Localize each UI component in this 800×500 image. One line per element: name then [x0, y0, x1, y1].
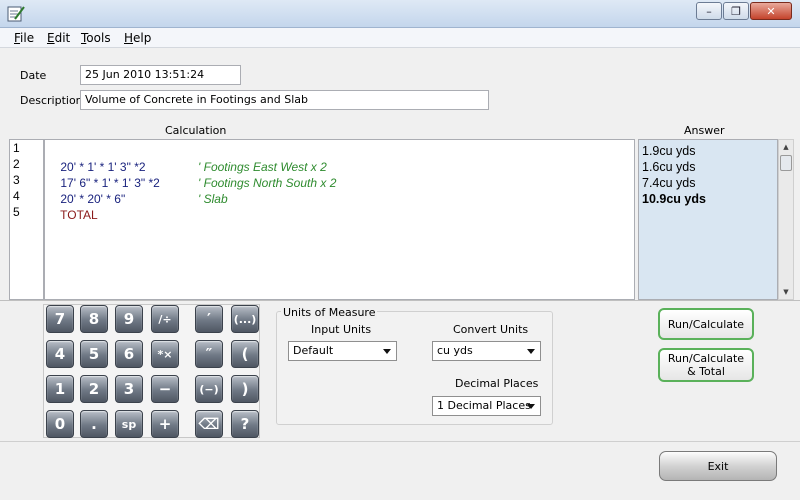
- vertical-scrollbar[interactable]: ▲ ▼: [778, 139, 794, 300]
- run-calculate-button[interactable]: Run/Calculate: [658, 308, 754, 340]
- key-space-button[interactable]: sp: [115, 410, 143, 438]
- line-number: 1: [13, 141, 20, 155]
- close-button[interactable]: ✕: [750, 2, 792, 20]
- key-one-button[interactable]: 1: [46, 375, 74, 403]
- line-number: 2: [13, 157, 20, 171]
- answer-value: 1.9cu yds: [642, 144, 696, 158]
- menu-file[interactable]: File: [14, 31, 34, 45]
- chevron-down-icon: [527, 404, 535, 409]
- calc-line-4: TOTAL: [47, 191, 98, 222]
- title-bar: – ❐ ✕: [0, 0, 800, 28]
- key-seven-button[interactable]: 7: [46, 305, 74, 333]
- chevron-down-icon: [383, 349, 391, 354]
- calc-line-2: 17' 6" * 1' * 1' 3" *2 ' Footings North S…: [47, 159, 336, 190]
- key-backspace-button[interactable]: ⌫: [195, 410, 223, 438]
- chevron-down-icon: [527, 349, 535, 354]
- scroll-down-icon[interactable]: ▼: [779, 285, 793, 299]
- key-negate-button[interactable]: (−): [195, 375, 223, 403]
- line-number: 5: [13, 205, 20, 219]
- scroll-up-icon[interactable]: ▲: [779, 140, 793, 154]
- key-four-button[interactable]: 4: [46, 340, 74, 368]
- key-three-button[interactable]: 3: [115, 375, 143, 403]
- date-label: Date: [20, 69, 47, 82]
- key-close-paren-button[interactable]: ): [231, 375, 259, 403]
- key-eight-button[interactable]: 8: [80, 305, 108, 333]
- calc-line-1: 20' * 1' * 1' 3" *2 ' Footings East West …: [47, 143, 326, 174]
- menu-help[interactable]: Help: [124, 31, 151, 45]
- key-two-button[interactable]: 2: [80, 375, 108, 403]
- calc-comment: ' Footings North South x 2: [198, 176, 337, 190]
- exit-button[interactable]: Exit: [659, 451, 777, 481]
- calc-comment: ' Slab: [198, 192, 228, 206]
- answer-value: 7.4cu yds: [642, 176, 696, 190]
- convert-units-select[interactable]: cu yds: [432, 341, 541, 361]
- app-icon: [7, 6, 25, 22]
- calc-line-3: 20' * 20' * 6" ' Slab: [47, 175, 227, 206]
- convert-units-label: Convert Units: [453, 323, 529, 336]
- key-open-paren-button[interactable]: (: [231, 340, 259, 368]
- key-zero-button[interactable]: 0: [46, 410, 74, 438]
- run-calculate-total-button[interactable]: Run/Calculate & Total: [658, 348, 754, 382]
- calculation-header: Calculation: [165, 124, 227, 137]
- key-plus-button[interactable]: +: [151, 410, 179, 438]
- menu-edit[interactable]: Edit: [47, 31, 70, 45]
- key-inches-button[interactable]: ″: [195, 340, 223, 368]
- decimal-places-label: Decimal Places: [455, 377, 539, 390]
- footer-divider: [0, 441, 800, 442]
- maximize-button[interactable]: ❐: [723, 2, 749, 20]
- answer-header: Answer: [684, 124, 725, 137]
- calc-total-keyword: TOTAL: [60, 208, 98, 222]
- key-minus-button[interactable]: −: [151, 375, 179, 403]
- description-label: Description: [20, 94, 83, 107]
- decimal-places-select[interactable]: 1 Decimal Places: [432, 396, 541, 416]
- calc-comment: ' Footings East West x 2: [198, 160, 327, 174]
- key-five-button[interactable]: 5: [80, 340, 108, 368]
- key-parens-group-button[interactable]: (...): [231, 305, 259, 333]
- answer-value: 1.6cu yds: [642, 160, 696, 174]
- date-field[interactable]: 25 Jun 2010 13:51:24: [80, 65, 241, 85]
- key-feet-button[interactable]: ′: [195, 305, 223, 333]
- key-nine-button[interactable]: 9: [115, 305, 143, 333]
- scroll-thumb[interactable]: [780, 155, 792, 171]
- units-of-measure-title: Units of Measure: [281, 306, 378, 319]
- line-number: 4: [13, 189, 20, 203]
- minimize-button[interactable]: –: [696, 2, 722, 20]
- input-units-label: Input Units: [311, 323, 372, 336]
- answer-panel: 1.9cu yds 1.6cu yds 7.4cu yds 10.9cu yds: [638, 139, 778, 300]
- line-number: 3: [13, 173, 20, 187]
- key-six-button[interactable]: 6: [115, 340, 143, 368]
- description-field[interactable]: Volume of Concrete in Footings and Slab: [80, 90, 489, 110]
- calculation-editor[interactable]: 20' * 1' * 1' 3" *2 ' Footings East West …: [44, 139, 635, 300]
- section-divider: [0, 300, 800, 301]
- menu-tools[interactable]: Tools: [81, 31, 111, 45]
- key-multiply-button[interactable]: *×: [151, 340, 179, 368]
- key-help-button[interactable]: ?: [231, 410, 259, 438]
- key-divide-button[interactable]: /÷: [151, 305, 179, 333]
- key-decimal-button[interactable]: .: [80, 410, 108, 438]
- input-units-select[interactable]: Default: [288, 341, 397, 361]
- answer-total-value: 10.9cu yds: [642, 192, 706, 206]
- menu-bar: File Edit Tools Help: [0, 28, 800, 48]
- line-number-gutter: 1 2 3 4 5: [9, 139, 44, 300]
